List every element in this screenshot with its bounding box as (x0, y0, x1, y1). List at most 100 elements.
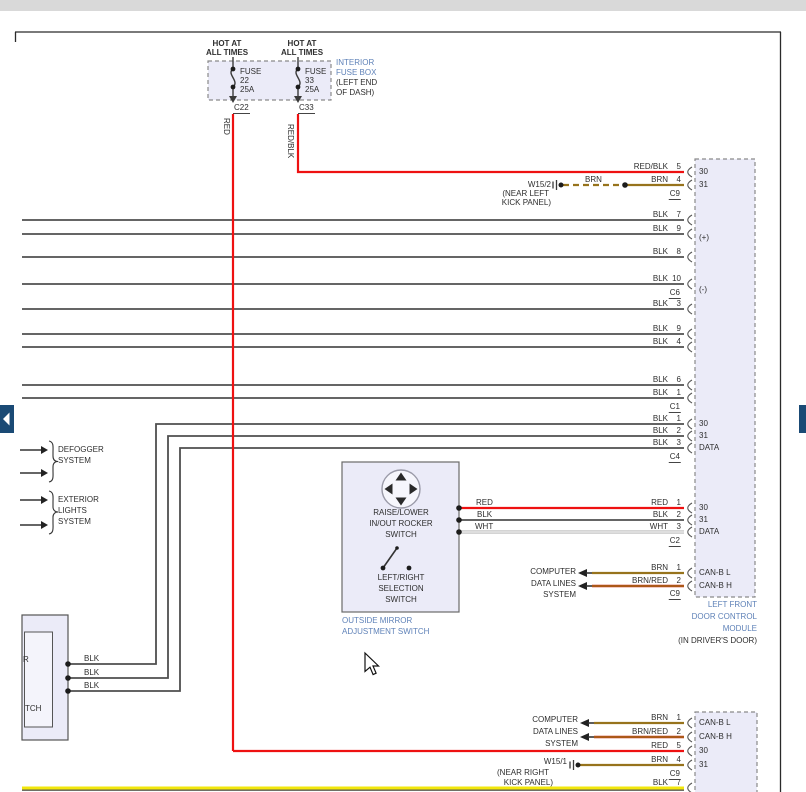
pin-number: 1 (677, 563, 681, 573)
pin-number: 1 (677, 414, 681, 424)
connector-c1[interactable]: C1 (669, 402, 681, 413)
computer-data-label-2: DATA LINES (531, 579, 576, 589)
wire-color-label: BLK (84, 654, 99, 664)
system-arrow-lines (20, 450, 41, 525)
wire-color-label: BLK (653, 510, 668, 520)
pin-function: 30 (699, 503, 708, 513)
exterior-lights-label-1: EXTERIOR (58, 495, 99, 505)
pin-number: 2 (677, 426, 681, 436)
pin-function: 31 (699, 180, 708, 190)
module-name-1: LEFT FRONT (708, 600, 757, 610)
ground-w15-1-location-1: (NEAR RIGHT (497, 768, 549, 778)
selector-switch-label-3: SWITCH (385, 595, 417, 605)
ground-w15-1-dot (576, 763, 581, 768)
pin-number: 2 (677, 576, 681, 586)
mirror-switch-caption-2: ADJUSTMENT SWITCH (342, 627, 429, 637)
exterior-lights-label-2: LIGHTS (58, 506, 87, 516)
triangle-left-icon (0, 405, 14, 433)
partial-box-text-2: TCH (25, 704, 41, 714)
computer-data-label-3: SYSTEM (545, 739, 578, 749)
module-name-2: DOOR CONTROL (692, 612, 757, 622)
rocker-switch-label-1: RAISE/LOWER (373, 508, 429, 518)
wire-color-label: BLK (653, 247, 668, 257)
wiring-diagram-viewer: HOT AT ALL TIMES HOT AT ALL TIMES FUSE 2… (0, 0, 806, 792)
pin-function: CAN-B L (699, 718, 731, 728)
wire-color-label: BLK (653, 299, 668, 309)
wire-color-label: BRN (651, 563, 668, 573)
wire-color-label: RED/BLK (634, 162, 668, 172)
fuse-box-location-2: OF DASH) (336, 88, 374, 98)
wire-color-label: BRN (651, 755, 668, 765)
wire-color-label: WHT (475, 522, 493, 532)
pin-function: 30 (699, 746, 708, 756)
wire-color-label: BRN/RED (632, 727, 668, 737)
fuse-box-title-1: INTERIOR (336, 58, 374, 68)
selector-contact-left (381, 566, 386, 571)
pin-function: 30 (699, 167, 708, 177)
pin-function: CAN-B H (699, 581, 732, 591)
ground-w15-1-icon (570, 760, 574, 770)
pin-function: (+) (699, 233, 709, 243)
ground-w15-2-dot (559, 183, 564, 188)
pin-function: DATA (699, 527, 719, 537)
pin-number: 5 (677, 741, 681, 751)
pin-number: 4 (677, 755, 681, 765)
scroll-right-button[interactable] (799, 405, 806, 433)
selector-pivot (395, 546, 399, 550)
pin-number: 6 (677, 375, 681, 385)
connector-c4[interactable]: C4 (669, 452, 681, 463)
exterior-lights-brace (49, 491, 58, 534)
connector-c33[interactable]: C33 (298, 103, 315, 114)
wire-color-label: BLK (477, 510, 492, 520)
pin-number: 2 (677, 510, 681, 520)
fuse-22-rating: 25A (240, 85, 254, 95)
ground-w15-1-label[interactable]: W15/1 (544, 757, 567, 767)
left-arrow-icons (578, 569, 594, 741)
pin-number: 3 (677, 299, 681, 309)
pin-function: CAN-B H (699, 732, 732, 742)
pin-number: 2 (677, 727, 681, 737)
module-name-3: MODULE (723, 624, 757, 634)
connector-c9-bottom[interactable]: C9 (669, 769, 681, 780)
wire-color-label: BLK (653, 438, 668, 448)
fuse-box-title-2: FUSE BOX (336, 68, 376, 78)
computer-data-label-1: COMPUTER (532, 715, 578, 725)
wire-color-label: BRN (651, 713, 668, 723)
right-arrow-icons (41, 446, 48, 529)
connector-c22[interactable]: C22 (233, 103, 250, 114)
rocker-switch-label-2: IN/OUT ROCKER (369, 519, 432, 529)
connector-c9-mid[interactable]: C9 (669, 589, 681, 600)
selector-switch-label-2: SELECTION (378, 584, 423, 594)
rocker-switch-label-3: SWITCH (385, 530, 417, 540)
wire-color-label-red-vert: RED (221, 118, 231, 135)
diagram-canvas (0, 0, 806, 792)
pin-number: 10 (672, 274, 681, 284)
connector-c9-top[interactable]: C9 (669, 189, 681, 200)
partial-box-text-1: R (23, 655, 29, 665)
computer-data-label-3: SYSTEM (543, 590, 576, 600)
pin-number: 9 (677, 224, 681, 234)
wire-redblk-pin5-top[interactable] (298, 114, 684, 172)
exterior-lights-label-3: SYSTEM (58, 517, 91, 527)
pin-number: 4 (677, 337, 681, 347)
wire-color-label: BLK (653, 224, 668, 234)
defogger-brace (49, 441, 58, 482)
scroll-left-button[interactable] (0, 405, 14, 433)
connector-c2[interactable]: C2 (669, 536, 681, 547)
wire-color-label: BLK (653, 778, 668, 788)
ground-w15-1-location-2: KICK PANEL) (504, 778, 553, 788)
pin-function: 31 (699, 431, 708, 441)
pin-number: 8 (677, 247, 681, 257)
pin-bracket-icons (688, 167, 692, 792)
wire-color-label: WHT (650, 522, 668, 532)
wire-color-label: BLK (653, 375, 668, 385)
pin-function: DATA (699, 443, 719, 453)
all-times-label-2: ALL TIMES (281, 48, 323, 58)
module-location: (IN DRIVER'S DOOR) (678, 636, 757, 646)
selector-contact-right (407, 566, 412, 571)
connector-c6[interactable]: C6 (669, 288, 681, 299)
wire-color-label: BLK (653, 324, 668, 334)
pin-number: 3 (677, 522, 681, 532)
pin-function: 30 (699, 419, 708, 429)
defogger-system-label-2: SYSTEM (58, 456, 91, 466)
